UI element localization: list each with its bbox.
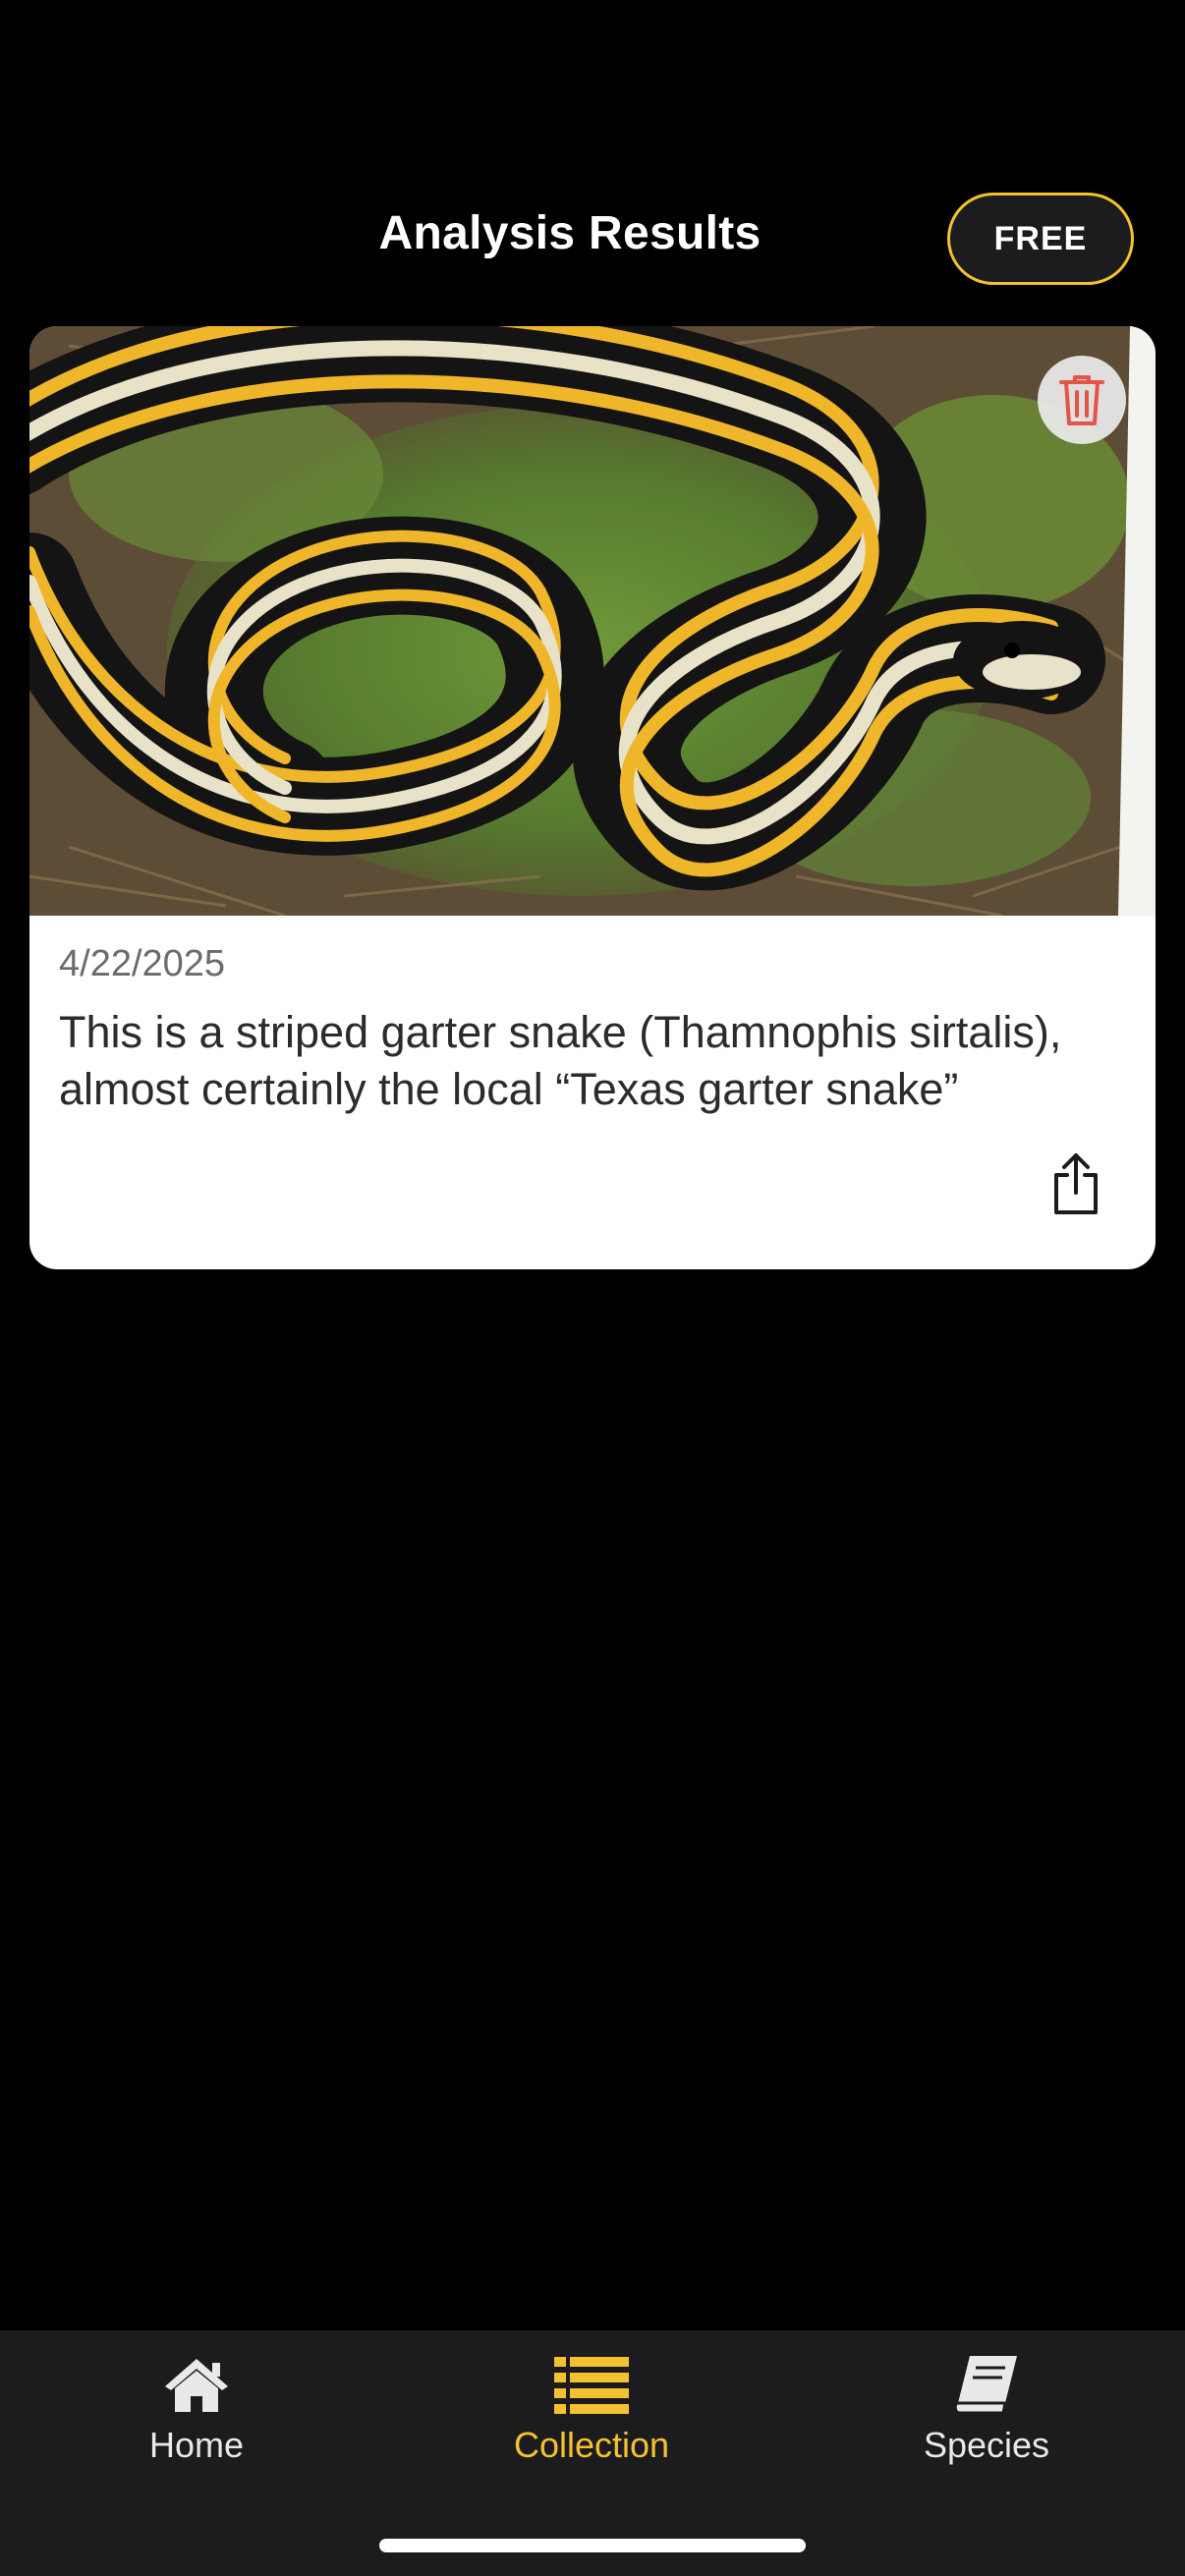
book-icon — [952, 2350, 1021, 2421]
tab-home-label: Home — [148, 2425, 245, 2465]
trash-icon — [1057, 372, 1106, 427]
result-date: 4/22/2025 — [59, 943, 226, 984]
header: Analysis Results FREE — [0, 177, 1185, 305]
tab-species-label: Species — [923, 2425, 1050, 2465]
share-button[interactable] — [1032, 1142, 1120, 1230]
tab-collection-label: Collection — [513, 2425, 670, 2465]
home-indicator[interactable] — [379, 2539, 806, 2552]
share-icon — [1050, 1151, 1101, 1221]
result-card[interactable]: 4/22/2025 This is a striped garter snake… — [29, 326, 1156, 1269]
result-summary: This is a striped garter snake (Thamnoph… — [59, 1007, 1062, 1114]
snake-photo[interactable] — [29, 326, 1156, 916]
tab-species[interactable]: Species — [839, 2350, 1134, 2497]
list-icon — [554, 2350, 629, 2421]
free-plan-button[interactable]: FREE — [947, 193, 1134, 285]
tab-home[interactable]: Home — [49, 2350, 344, 2497]
delete-button[interactable] — [1038, 356, 1126, 444]
home-icon — [161, 2350, 232, 2421]
tab-collection[interactable]: Collection — [444, 2350, 739, 2497]
